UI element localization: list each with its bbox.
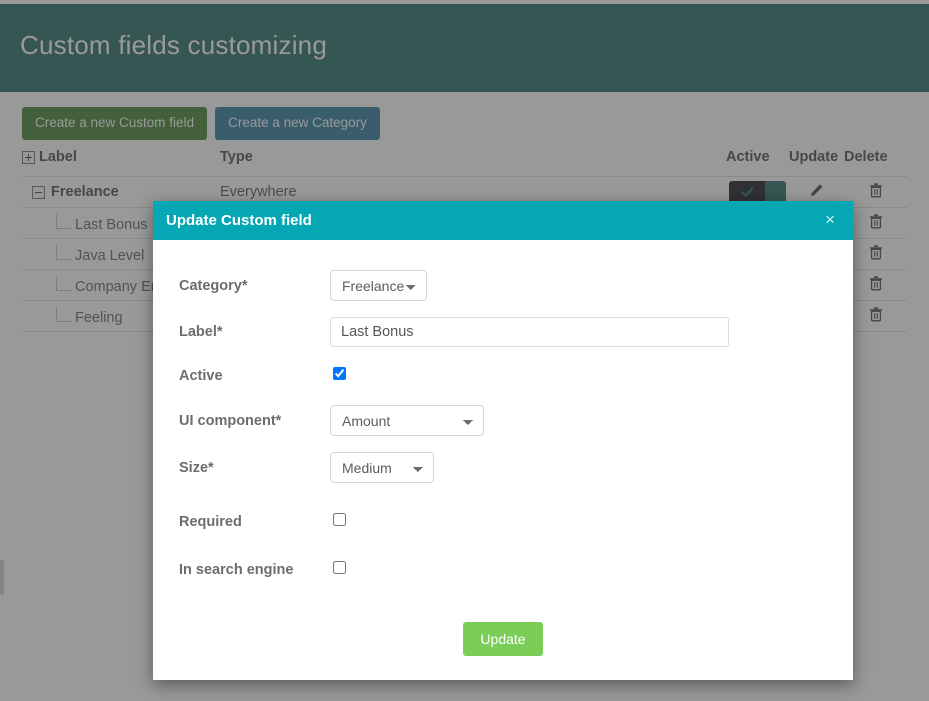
field-row-required: Required: [177, 509, 829, 535]
category-label: Category*: [179, 277, 248, 294]
category-select[interactable]: Freelance: [330, 270, 427, 301]
field-row-ui-component: UI component* Amount: [177, 405, 829, 436]
close-icon[interactable]: ×: [819, 210, 841, 229]
field-row-active: Active: [177, 363, 829, 389]
active-label: Active: [179, 368, 223, 384]
ui-component-select[interactable]: Amount: [330, 405, 484, 436]
page-scrollbar-thumb[interactable]: [0, 560, 4, 595]
size-select[interactable]: Medium: [330, 452, 434, 483]
modal-header: Update Custom field ×: [153, 201, 853, 240]
in-search-engine-label: In search engine: [179, 562, 294, 578]
modal-body: Category* Freelance Label* Active: [153, 240, 853, 680]
modal-backdrop[interactable]: Update Custom field × Category* Freelanc…: [0, 0, 929, 701]
field-row-label: Label*: [177, 317, 829, 347]
update-button[interactable]: Update: [463, 622, 543, 656]
ui-component-label: UI component*: [179, 412, 282, 429]
required-label: Required: [179, 514, 242, 530]
modal-title: Update Custom field: [166, 212, 312, 229]
update-custom-field-modal: Update Custom field × Category* Freelanc…: [153, 201, 853, 680]
active-checkbox[interactable]: [333, 367, 346, 380]
field-row-size: Size* Medium: [177, 452, 829, 483]
modal-footer: Update: [177, 599, 829, 662]
in-search-engine-checkbox[interactable]: [333, 561, 346, 574]
field-row-in-search-engine: In search engine: [177, 557, 829, 583]
field-row-category: Category* Freelance: [177, 270, 829, 301]
size-label: Size*: [179, 459, 214, 476]
required-checkbox[interactable]: [333, 513, 346, 526]
label-label: Label*: [179, 324, 223, 340]
label-input[interactable]: [330, 317, 729, 347]
